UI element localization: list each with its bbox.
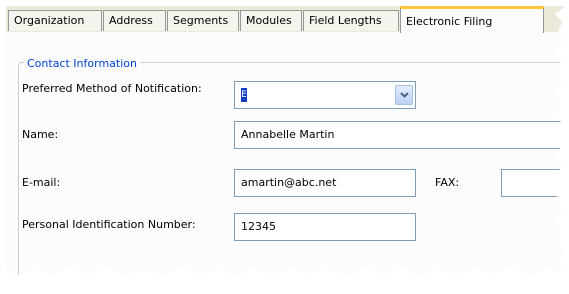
- tab-address[interactable]: Address: [103, 10, 166, 31]
- chevron-down-icon: [400, 92, 409, 98]
- tab-strip: Organization Address Segments Modules Fi…: [6, 6, 566, 33]
- pin-label: Personal Identification Number:: [22, 218, 196, 231]
- tab-field-lengths[interactable]: Field Lengths: [303, 10, 399, 31]
- tab-segments[interactable]: Segments: [167, 10, 239, 31]
- tab-modules[interactable]: Modules: [240, 10, 302, 31]
- name-label: Name:: [22, 128, 59, 141]
- email-label: E-mail:: [22, 176, 61, 189]
- dropdown-button[interactable]: [395, 85, 413, 105]
- tab-electronic-filing[interactable]: Electronic Filing: [400, 6, 544, 33]
- notification-label: Preferred Method of Notification:: [22, 82, 202, 95]
- notification-select[interactable]: E: [234, 81, 416, 109]
- fax-label: FAX:: [435, 176, 460, 189]
- email-input[interactable]: amartin@abc.net: [234, 169, 416, 197]
- tab-organization[interactable]: Organization: [8, 10, 102, 31]
- pin-input[interactable]: 12345: [234, 213, 416, 241]
- group-legend: Contact Information: [24, 57, 140, 70]
- select-value: E: [241, 88, 247, 102]
- fax-input[interactable]: [501, 169, 566, 197]
- properties-window: Organization Address Segments Modules Fi…: [6, 6, 566, 276]
- name-input[interactable]: Annabelle Martin: [234, 121, 566, 149]
